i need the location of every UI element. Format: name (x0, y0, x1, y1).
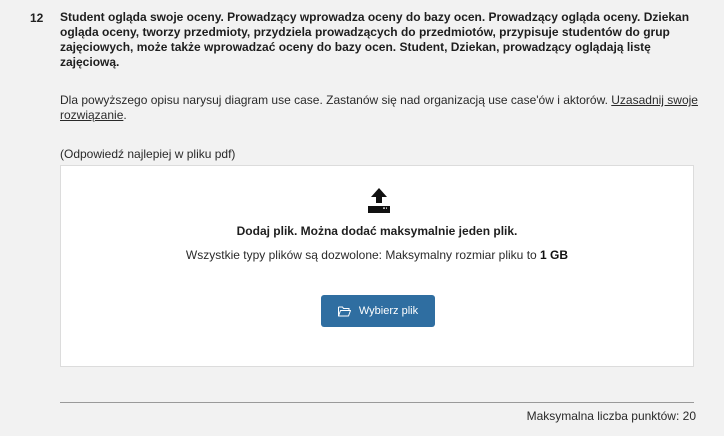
question-instruction: Dla powyższego opisu narysuj diagram use… (60, 93, 700, 123)
folder-open-icon (337, 306, 351, 316)
choose-file-label: Wybierz plik (358, 305, 419, 317)
upload-info: Wszystkie typy plików są dozwolone: Maks… (61, 248, 693, 262)
file-upload-dropzone[interactable]: Dodaj plik. Można dodać maksymalnie jede… (60, 165, 694, 367)
question-number: 12 (30, 11, 44, 25)
max-points: Maksymalna liczba punktów: 20 (526, 409, 696, 423)
choose-file-button[interactable]: Wybierz plik (321, 295, 435, 327)
instruction-end: . (123, 108, 127, 122)
upload-info-text: Wszystkie typy plików są dozwolone: Maks… (185, 248, 541, 262)
instruction-text: Dla powyższego opisu narysuj diagram use… (60, 93, 612, 107)
answer-hint: (Odpowiedź najlepiej w pliku pdf) (60, 147, 236, 161)
question-text: Student ogląda swoje oceny. Prowadzący w… (60, 10, 690, 69)
footer-divider (60, 402, 694, 403)
upload-title: Dodaj plik. Można dodać maksymalnie jede… (236, 224, 518, 238)
upload-max-size: 1 GB (540, 248, 569, 262)
upload-icon (368, 188, 390, 213)
